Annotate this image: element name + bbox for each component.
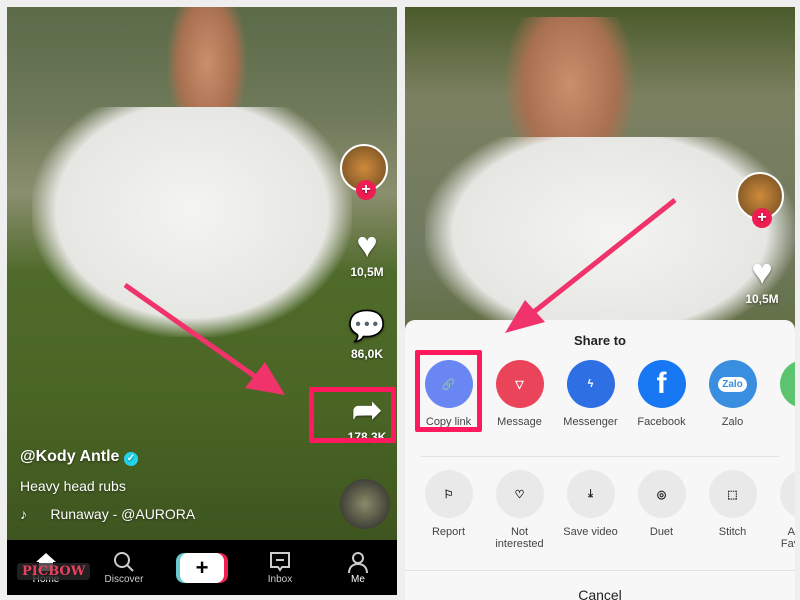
annotation-arrows [123,198,677,395]
arrow-to-share [123,282,285,395]
arrow-to-copy-link [505,198,677,333]
